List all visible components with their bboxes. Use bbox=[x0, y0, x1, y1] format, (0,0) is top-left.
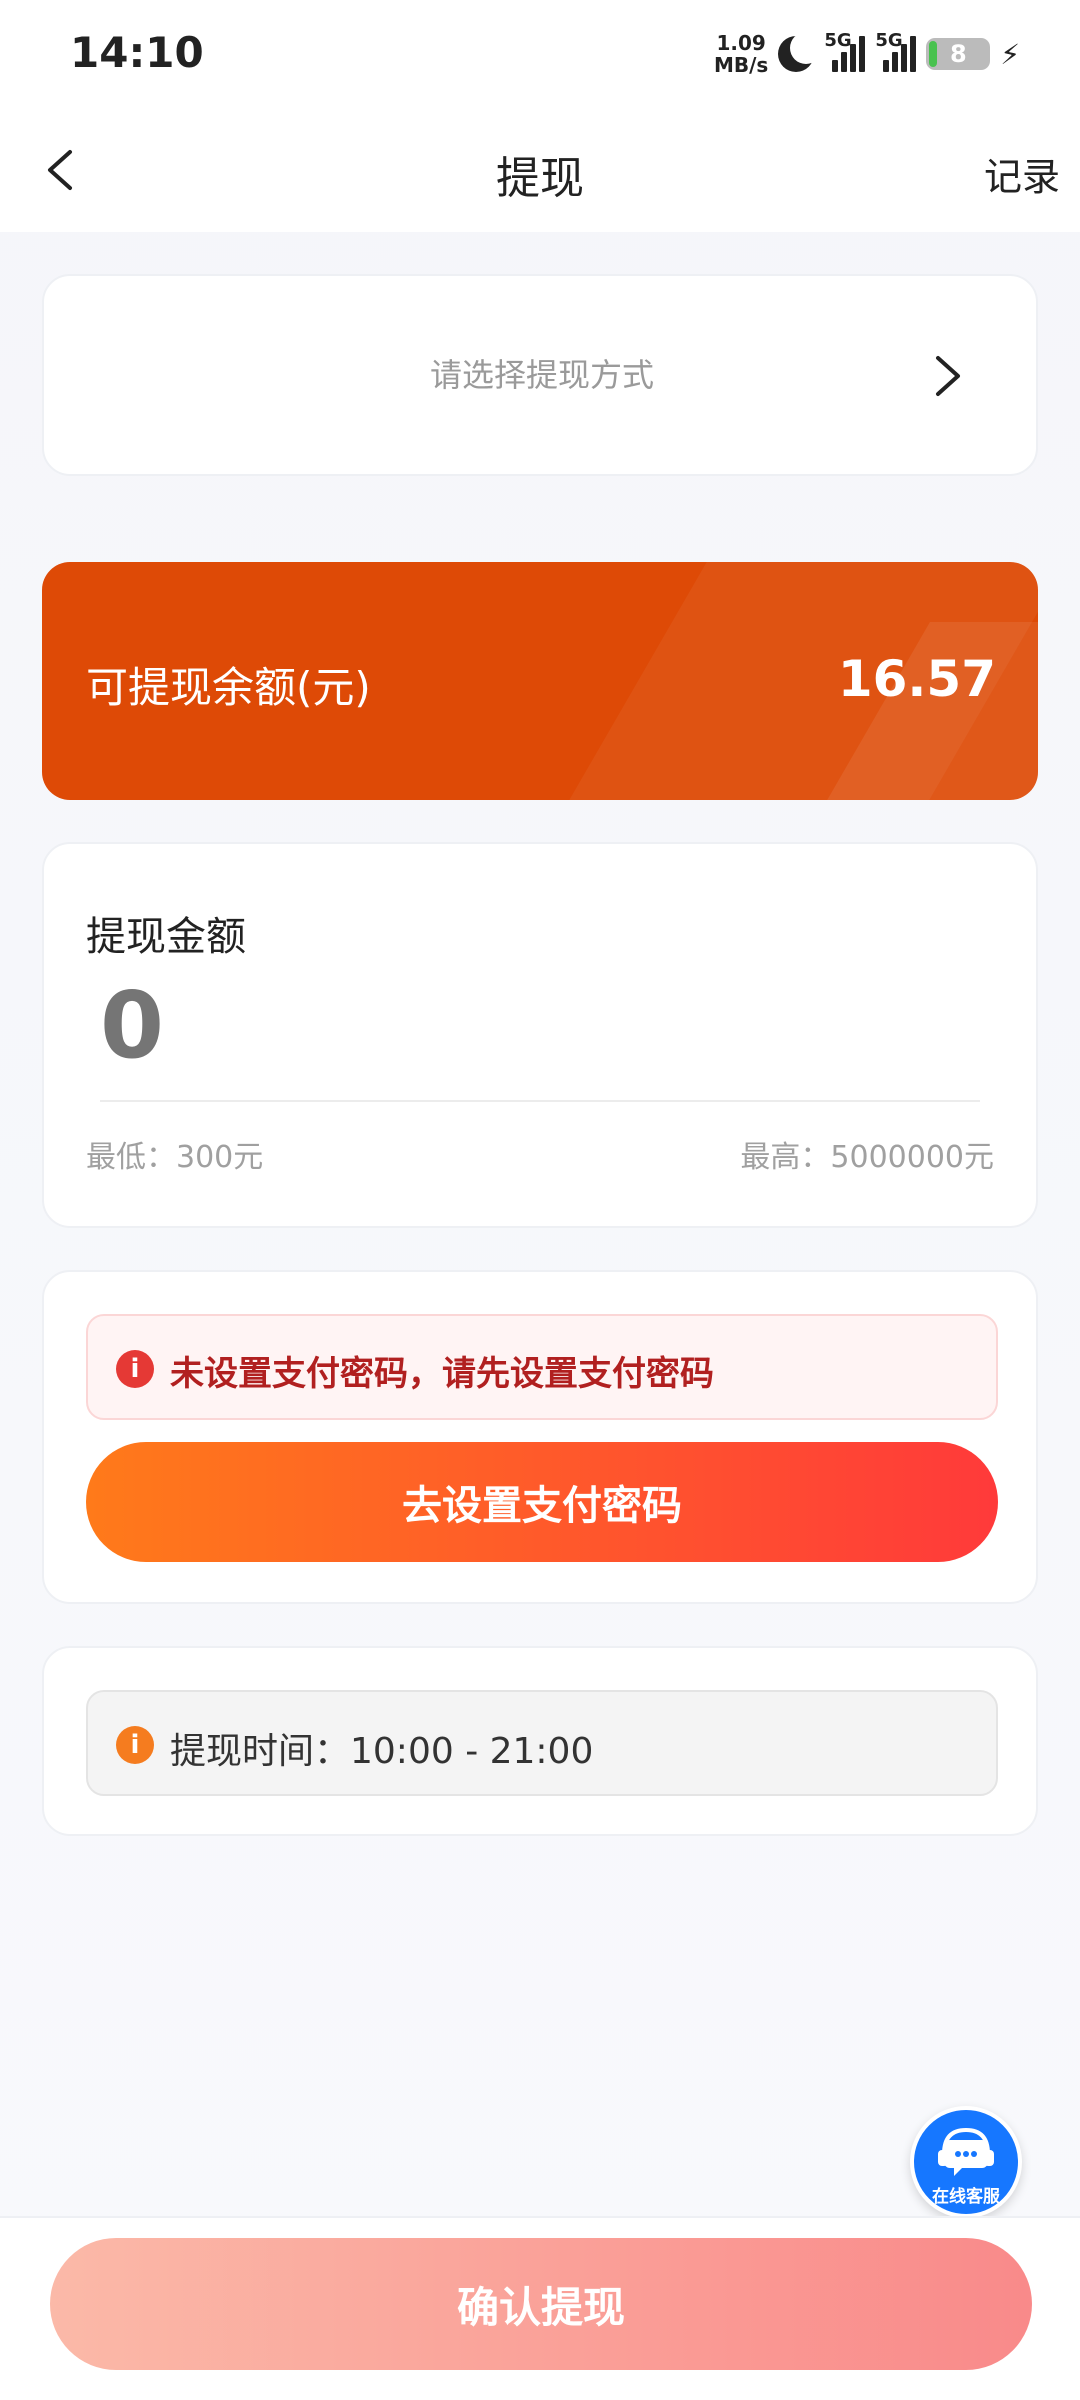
status-icons: 1.09 MB/s 5G 5G 8 ⚡ bbox=[714, 26, 1020, 82]
payment-password-card: i 未设置支付密码，请先设置支付密码 去设置支付密码 bbox=[42, 1270, 1038, 1604]
do-not-disturb-icon bbox=[778, 32, 823, 72]
signal-sim2-icon: 5G bbox=[875, 30, 917, 72]
alert-icon: i bbox=[116, 1350, 154, 1388]
withdraw-time-card: i 提现时间：10:00 - 21:00 bbox=[42, 1646, 1038, 1836]
info-icon: i bbox=[116, 1726, 154, 1764]
balance-value: 16.57 bbox=[837, 650, 996, 708]
navbar: 提现 记录 bbox=[0, 108, 1080, 232]
withdraw-page: 14:10 1.09 MB/s 5G 5G 8 ⚡ 提现 记录 请选择提现方式 … bbox=[0, 0, 1080, 2400]
balance-card: 可提现余额(元) 16.57 bbox=[42, 562, 1038, 800]
amount-input[interactable] bbox=[100, 970, 980, 1080]
battery-icon: 8 bbox=[926, 38, 991, 70]
min-amount: 最低：300元 bbox=[86, 1140, 264, 1175]
withdraw-time-box: i 提现时间：10:00 - 21:00 bbox=[86, 1690, 998, 1796]
signal-sim1-icon: 5G bbox=[824, 30, 866, 72]
status-bar: 14:10 1.09 MB/s 5G 5G 8 ⚡ bbox=[0, 0, 1080, 108]
withdraw-time-text: 提现时间：10:00 - 21:00 bbox=[170, 1731, 594, 1772]
amount-title: 提现金额 bbox=[86, 914, 246, 960]
amount-divider bbox=[100, 1100, 980, 1102]
withdraw-method-selector[interactable]: 请选择提现方式 bbox=[42, 274, 1038, 476]
confirm-withdraw-button[interactable]: 确认提现 bbox=[50, 2238, 1032, 2370]
charging-icon: ⚡ bbox=[1000, 37, 1020, 71]
status-time: 14:10 bbox=[70, 28, 204, 77]
password-alert-text: 未设置支付密码，请先设置支付密码 bbox=[170, 1354, 714, 1394]
headset-chat-icon bbox=[938, 2127, 994, 2176]
page-title: 提现 bbox=[496, 153, 584, 204]
max-amount: 最高：5000000元 bbox=[740, 1140, 994, 1175]
amount-card: 提现金额 最低：300元 最高：5000000元 bbox=[42, 842, 1038, 1228]
password-alert: i 未设置支付密码，请先设置支付密码 bbox=[86, 1314, 998, 1420]
set-password-button[interactable]: 去设置支付密码 bbox=[86, 1442, 998, 1562]
chevron-right-icon bbox=[936, 356, 960, 396]
balance-label: 可提现余额(元) bbox=[86, 663, 371, 712]
customer-service-button[interactable]: 在线客服 bbox=[910, 2106, 1022, 2218]
net-speed: 1.09 MB/s bbox=[713, 31, 769, 77]
bottom-bar: 确认提现 bbox=[0, 2216, 1080, 2400]
records-link[interactable]: 记录 bbox=[984, 146, 1060, 201]
customer-service-label: 在线客服 bbox=[932, 2187, 1000, 2207]
withdraw-method-placeholder: 请选择提现方式 bbox=[429, 356, 654, 394]
